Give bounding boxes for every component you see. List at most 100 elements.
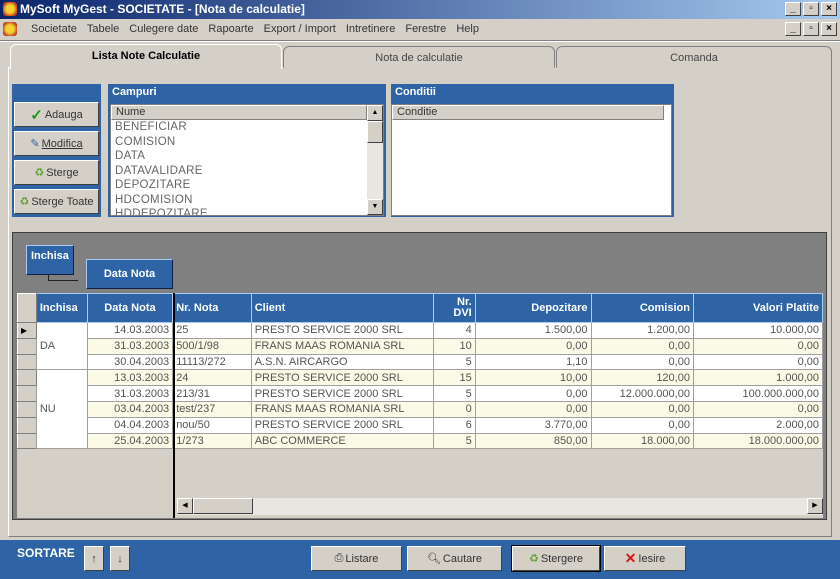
- print-button[interactable]: ⎙ Listare: [311, 546, 402, 571]
- row-selector[interactable]: [17, 416, 37, 434]
- cell[interactable]: 04.04.2003: [86, 416, 174, 434]
- cell[interactable]: 0,00: [474, 385, 592, 402]
- cell[interactable]: A.S.N. AIRCARGO: [250, 353, 435, 371]
- cell[interactable]: 0: [433, 400, 476, 418]
- row-selector[interactable]: [17, 400, 37, 418]
- menu-ferestre[interactable]: Ferestre: [400, 19, 451, 39]
- cell[interactable]: 18.000,00: [590, 432, 694, 450]
- restore-button[interactable]: ▫: [803, 2, 819, 16]
- cell[interactable]: 12.000.000,00: [590, 385, 694, 402]
- exit-button[interactable]: ✕ Iesire: [604, 546, 686, 571]
- cell[interactable]: PRESTO SERVICE 2000 SRL: [250, 322, 435, 339]
- sort-up-button[interactable]: ↑: [84, 546, 104, 571]
- table-row[interactable]: 30.04.2003 11113/272 A.S.N. AIRCARGO 5 1,10 0…: [17, 353, 823, 371]
- tab-lista-note[interactable]: Lista Note Calculatie: [10, 44, 282, 69]
- cell[interactable]: 5: [433, 353, 476, 371]
- cell[interactable]: 1,10: [474, 353, 592, 371]
- nume-column-header[interactable]: Nume: [111, 105, 367, 120]
- row-selector[interactable]: [17, 369, 37, 387]
- conditii-list[interactable]: Conditie: [391, 104, 672, 216]
- table-row[interactable]: 31.03.2003 213/31 PRESTO SERVICE 2000 SRL 5…: [17, 385, 823, 402]
- cell[interactable]: test/237: [172, 400, 252, 418]
- cell[interactable]: ABC COMMERCE: [250, 432, 435, 450]
- cell[interactable]: 3.770,00: [474, 416, 592, 434]
- cell[interactable]: 14.03.2003: [86, 322, 174, 339]
- campuri-item[interactable]: DEPOZITARE: [115, 178, 383, 193]
- cell[interactable]: 0,00: [474, 337, 592, 355]
- cell[interactable]: 25.04.2003: [86, 432, 174, 450]
- edit-button[interactable]: ✎ Modifica: [14, 131, 99, 156]
- row-selector[interactable]: ▶: [17, 322, 37, 339]
- cell[interactable]: PRESTO SERVICE 2000 SRL: [250, 369, 435, 387]
- cell[interactable]: 500/1/98: [172, 337, 252, 355]
- doc-restore-button[interactable]: ▫: [803, 22, 819, 36]
- cell[interactable]: 100.000.000,00: [692, 385, 823, 402]
- cell[interactable]: 4: [433, 322, 476, 339]
- column-header[interactable]: Nr. DVI: [433, 293, 476, 323]
- conditie-column-header[interactable]: Conditie: [392, 105, 664, 120]
- cell[interactable]: 0,00: [590, 416, 694, 434]
- cell[interactable]: 31.03.2003: [86, 337, 174, 355]
- cell[interactable]: 11113/272: [172, 353, 252, 371]
- cell[interactable]: 1.200,00: [590, 322, 694, 339]
- cell[interactable]: 25: [172, 322, 252, 339]
- delete-button[interactable]: ♻ Sterge: [14, 160, 99, 185]
- scroll-right-icon[interactable]: ▶: [807, 498, 823, 514]
- minimize-button[interactable]: _: [785, 2, 801, 16]
- cell[interactable]: 850,00: [474, 432, 592, 450]
- table-row[interactable]: 25.04.2003 1/273 ABC COMMERCE 5 850,00 18.000…: [17, 432, 823, 450]
- menu-intretinere[interactable]: Intretinere: [341, 19, 401, 39]
- menu-societate[interactable]: Societate: [26, 19, 82, 39]
- cell[interactable]: PRESTO SERVICE 2000 SRL: [250, 416, 435, 434]
- cell[interactable]: nou/50: [172, 416, 252, 434]
- row-selector[interactable]: [17, 337, 37, 355]
- campuri-item[interactable]: DATA: [115, 149, 383, 164]
- tab-nota-calculatie[interactable]: Nota de calculatie: [283, 46, 555, 68]
- menu-tabele[interactable]: Tabele: [82, 19, 124, 39]
- cell[interactable]: 30.04.2003: [86, 353, 174, 371]
- column-header[interactable]: Inchisa: [35, 293, 88, 323]
- table-row[interactable]: 03.04.2003 test/237 FRANS MAAS ROMANIA SRL…: [17, 400, 823, 418]
- row-selector[interactable]: [17, 385, 37, 402]
- campuri-item[interactable]: HDCOMISION: [115, 193, 383, 208]
- cell[interactable]: 10,00: [474, 369, 592, 387]
- cell[interactable]: 1.500,00: [474, 322, 592, 339]
- campuri-item[interactable]: DATAVALIDARE: [115, 164, 383, 179]
- table-row[interactable]: NU 13.03.2003 24 PRESTO SERVICE 2000 SRL 15 1…: [17, 369, 823, 450]
- campuri-item[interactable]: COMISION: [115, 135, 383, 150]
- column-header[interactable]: Nr. Nota: [172, 293, 252, 323]
- cell[interactable]: 0,00: [590, 353, 694, 371]
- cell[interactable]: 0,00: [474, 400, 592, 418]
- table-row[interactable]: ▶ DA 14.03.2003 25 PRESTO SERVICE 2000 SRL 4 1…: [17, 321, 823, 371]
- cell[interactable]: 10: [433, 337, 476, 355]
- cell[interactable]: 0,00: [590, 337, 694, 355]
- column-header[interactable]: Comision: [590, 293, 694, 323]
- scroll-left-icon[interactable]: ◀: [177, 498, 193, 514]
- cell[interactable]: 0,00: [590, 400, 694, 418]
- cell[interactable]: 31.03.2003: [86, 385, 174, 402]
- cell[interactable]: 15: [433, 369, 476, 387]
- cell[interactable]: 0,00: [692, 337, 823, 355]
- cell[interactable]: 5: [433, 432, 476, 450]
- menu-export-import[interactable]: Export / Import: [259, 19, 341, 39]
- cell[interactable]: 2.000,00: [692, 416, 823, 434]
- delete-all-button[interactable]: ♻ Sterge Toate: [14, 189, 99, 214]
- scroll-down-icon[interactable]: ▼: [367, 199, 383, 215]
- doc-close-button[interactable]: ×: [821, 22, 837, 36]
- cell[interactable]: 0,00: [692, 353, 823, 371]
- cell[interactable]: FRANS MAAS ROMANIA SRL: [250, 400, 435, 418]
- column-header[interactable]: Client: [250, 293, 435, 323]
- group-by-inchisa[interactable]: Inchisa: [26, 245, 74, 275]
- campuri-item[interactable]: BENEFICIAR: [115, 120, 383, 135]
- cell[interactable]: 213/31: [172, 385, 252, 402]
- scroll-up-icon[interactable]: ▲: [367, 105, 383, 121]
- cell[interactable]: 6: [433, 416, 476, 434]
- scroll-thumb[interactable]: [367, 121, 383, 143]
- row-selector[interactable]: [17, 432, 37, 450]
- cell[interactable]: FRANS MAAS ROMANIA SRL: [250, 337, 435, 355]
- column-header[interactable]: Data Nota: [86, 293, 174, 323]
- group-by-data-nota[interactable]: Data Nota: [86, 259, 173, 289]
- campuri-list[interactable]: Nume BENEFICIAR COMISION DATA DATAVALIDARE D…: [110, 104, 384, 216]
- cell[interactable]: 03.04.2003: [86, 400, 174, 418]
- cell[interactable]: 1/273: [172, 432, 252, 450]
